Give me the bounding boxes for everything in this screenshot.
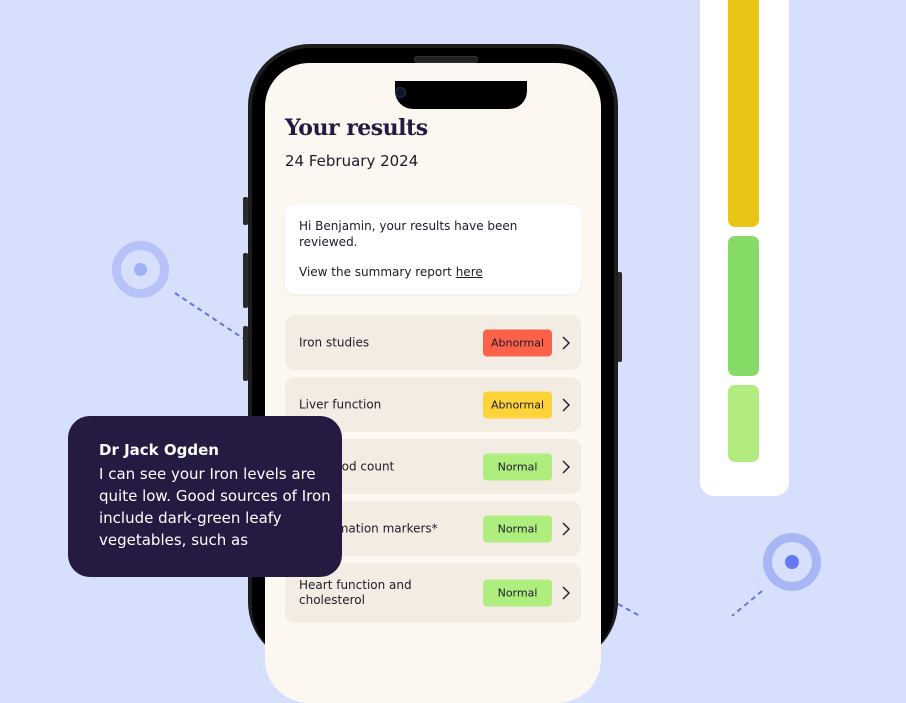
target-icon (112, 241, 169, 298)
chevron-right-icon (562, 336, 570, 349)
results-date: 24 February 2024 (285, 152, 419, 170)
chevron-right-icon (562, 460, 570, 473)
doctor-name: Dr Jack Ogden (99, 441, 219, 459)
meter-segment-high (728, 0, 759, 227)
doctor-message: I can see your Iron levels are quite low… (99, 465, 331, 549)
meter-segment-normal (728, 236, 759, 376)
connector-line-right (731, 590, 763, 616)
result-range-meter (700, 0, 789, 496)
chevron-right-icon (562, 522, 570, 535)
camera-icon (395, 87, 406, 98)
summary-report-text: View the summary report (299, 265, 456, 279)
status-badge: Abnormal (483, 329, 552, 356)
review-greeting: Hi Benjamin, your results have been revi… (299, 219, 518, 249)
connector-line-left (174, 292, 251, 344)
phone-screen: Your results 24 February 2024 Hi Benjami… (265, 63, 601, 703)
summary-report-link[interactable]: here (456, 265, 483, 279)
meter-segment-low-normal (728, 385, 759, 462)
summary-report-line: View the summary report here (299, 265, 483, 281)
status-badge: Abnormal (483, 391, 552, 418)
phone-speaker (414, 56, 478, 63)
result-label: Heart function and cholesterol (299, 578, 412, 607)
status-badge: Normal (483, 453, 552, 480)
status-badge: Normal (483, 515, 552, 542)
page-title: Your results (285, 115, 428, 141)
chevron-right-icon (562, 398, 570, 411)
chevron-right-icon (562, 586, 570, 600)
result-row-iron-studies[interactable]: Iron studies Abnormal (285, 315, 581, 370)
result-label: Iron studies (299, 335, 370, 349)
review-message-card: Hi Benjamin, your results have been revi… (285, 205, 581, 294)
target-icon (763, 533, 821, 591)
connector-line-bottom (617, 603, 641, 616)
doctor-message-bubble: Dr Jack Ogden I can see your Iron levels… (68, 416, 342, 577)
result-label: Liver function (299, 397, 382, 411)
phone-notch (395, 81, 527, 109)
status-badge: Normal (483, 579, 552, 607)
